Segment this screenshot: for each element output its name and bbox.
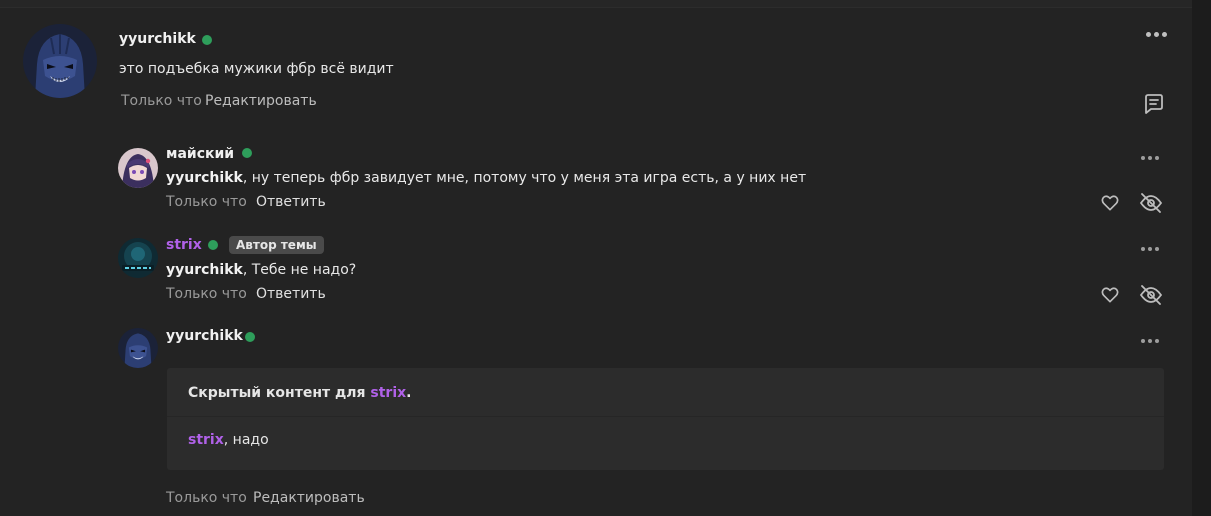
post-timestamp[interactable]: Только что	[121, 93, 202, 109]
eye-off-icon[interactable]	[1139, 191, 1163, 219]
dot	[1148, 339, 1152, 343]
hidden-content-header: Скрытый контент для strix.	[188, 385, 412, 401]
dot	[1148, 247, 1152, 251]
dot	[1154, 32, 1159, 37]
dot	[1155, 339, 1159, 343]
scrollbar-track[interactable]	[1192, 0, 1211, 516]
hidden-content-block: Скрытый контент для strix. strix, надо	[167, 368, 1164, 470]
comments-thread: yyurchikk это подъебка мужики фбр всё ви…	[0, 0, 1211, 516]
avatar-strix[interactable]	[118, 238, 158, 278]
hidden-target-link[interactable]: strix	[370, 385, 406, 401]
avatar-yyurchikk-main[interactable]	[23, 24, 97, 98]
online-status-indicator	[208, 240, 218, 250]
edit-post-link[interactable]: Редактировать	[205, 93, 317, 109]
hidden-content-divider	[167, 416, 1164, 417]
avatar-maiskiy[interactable]	[118, 148, 158, 188]
online-status-indicator	[245, 332, 255, 342]
post-message-text: это подъебка мужики фбр всё видит	[119, 61, 394, 77]
dot	[1141, 339, 1145, 343]
avatar-image	[23, 24, 97, 98]
avatar-image	[118, 238, 158, 278]
avatar-yyurchikk-reply[interactable]	[118, 328, 158, 368]
top-divider	[0, 0, 1192, 8]
online-status-indicator	[202, 35, 212, 45]
post-more-options-button[interactable]	[1146, 32, 1167, 37]
hidden-content-text: , надо	[223, 432, 269, 448]
reply-message: yyurchikk, ну теперь фбр завидует мне, п…	[166, 170, 806, 186]
dot	[1141, 156, 1145, 160]
reply-author-name[interactable]: yyurchikk	[166, 328, 243, 344]
reply-timestamp[interactable]: Только что	[166, 490, 247, 506]
eye-off-icon[interactable]	[1139, 283, 1163, 311]
reply-more-options-button[interactable]	[1141, 156, 1159, 160]
heart-icon[interactable]	[1100, 285, 1120, 309]
reply-more-options-button[interactable]	[1141, 247, 1159, 251]
dot	[1162, 32, 1167, 37]
comment-icon[interactable]	[1142, 92, 1166, 120]
reply-author-name[interactable]: майский	[166, 146, 234, 162]
dot	[1146, 32, 1151, 37]
mention-link[interactable]: strix	[188, 432, 224, 448]
mention-link[interactable]: yyurchikk	[166, 170, 243, 186]
hidden-content-prefix: Скрытый контент для	[188, 385, 371, 401]
hidden-content-suffix: .	[406, 385, 412, 401]
reply-link[interactable]: Ответить	[256, 194, 326, 210]
avatar-image	[118, 148, 158, 188]
mention-link[interactable]: yyurchikk	[166, 262, 243, 278]
edit-reply-link[interactable]: Редактировать	[253, 490, 365, 506]
dot	[1141, 247, 1145, 251]
avatar-image	[118, 328, 158, 368]
topic-author-badge: Автор темы	[229, 236, 324, 254]
dot	[1155, 247, 1159, 251]
reply-link[interactable]: Ответить	[256, 286, 326, 302]
reply-timestamp[interactable]: Только что	[166, 194, 247, 210]
reply-text: , ну теперь фбр завидует мне, потому что…	[242, 170, 807, 186]
online-status-indicator	[242, 148, 252, 158]
heart-icon[interactable]	[1100, 193, 1120, 217]
post-author-name[interactable]: yyurchikk	[119, 31, 196, 47]
reply-text: , Тебе не надо?	[242, 262, 357, 278]
hidden-content-body: strix, надо	[188, 432, 269, 448]
reply-message: yyurchikk, Тебе не надо?	[166, 262, 356, 278]
reply-author-name[interactable]: strix	[166, 237, 202, 253]
dot	[1155, 156, 1159, 160]
dot	[1148, 156, 1152, 160]
reply-timestamp[interactable]: Только что	[166, 286, 247, 302]
reply-more-options-button[interactable]	[1141, 339, 1159, 343]
